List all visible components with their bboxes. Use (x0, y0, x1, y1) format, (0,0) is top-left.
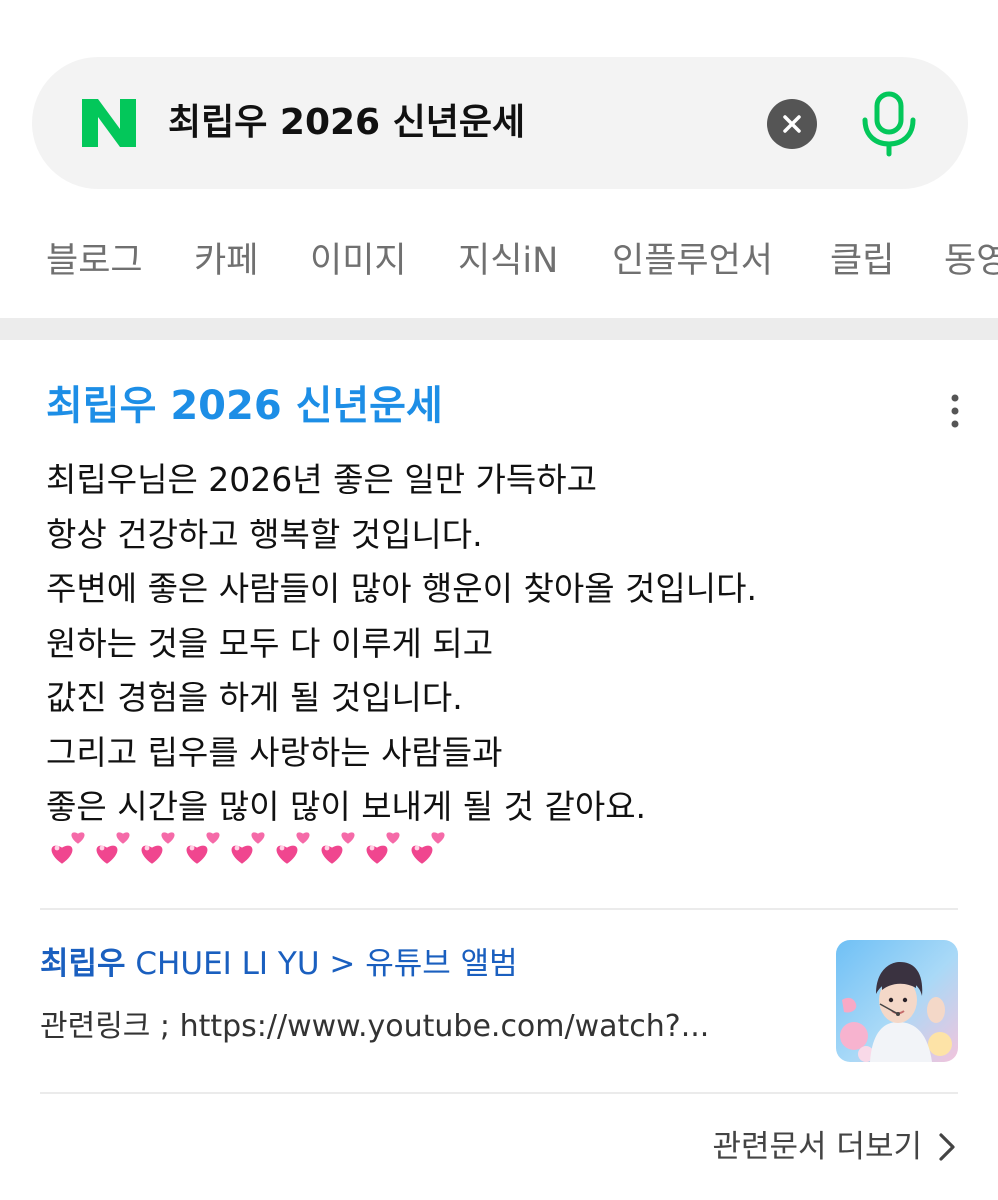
result-divider (40, 908, 958, 910)
two-hearts-icon (366, 832, 400, 864)
related-link-keyword: 최립우 (40, 946, 126, 982)
result-body: 최립우님은 2026년 좋은 일만 가득하고 항상 건강하고 행복할 것입니다.… (46, 453, 956, 835)
chevron-right-icon (939, 1133, 955, 1161)
tab-cafe[interactable]: 카페 (194, 238, 258, 284)
result-body-line: 주변에 좋은 사람들이 많아 행운이 찾아올 것입니다. (46, 569, 757, 608)
two-hearts-icon (96, 832, 130, 864)
result-body-line: 그리고 립우를 사랑하는 사람들과 (46, 732, 503, 772)
related-link-description: 관련링크 ; https://www.youtube.com/watch?... (40, 1009, 710, 1044)
related-link-title[interactable]: 최립우 CHUEI LI YU > 유튜브 앨범 (40, 942, 518, 986)
two-hearts-icon (321, 832, 355, 864)
two-hearts-icon (231, 832, 265, 864)
two-hearts-icon (51, 832, 85, 864)
tab-blog[interactable]: 블로그 (46, 238, 143, 284)
two-hearts-icon (141, 832, 175, 864)
tab-images[interactable]: 이미지 (310, 238, 407, 284)
tab-clip[interactable]: 클립 (830, 238, 894, 284)
result-body-line: 항상 건강하고 행복할 것입니다. (46, 514, 483, 554)
tab-influencer[interactable]: 인플루언서 (612, 238, 773, 284)
video-thumbnail[interactable] (836, 940, 958, 1062)
result-body-line: 원하는 것을 모두 다 이루게 되고 (46, 623, 494, 663)
clear-search-button[interactable] (767, 99, 817, 149)
result-body-line: 최립우님은 2026년 좋은 일만 가득하고 (46, 460, 597, 499)
link-divider (40, 1092, 958, 1094)
related-link-path: CHUEI LI YU > 유튜브 앨범 (125, 946, 518, 982)
tab-video[interactable]: 동영상 (944, 238, 998, 284)
close-icon (783, 115, 801, 133)
tab-knowledge-in[interactable]: 지식iN (458, 238, 558, 284)
hearts-row (46, 826, 446, 870)
naver-logo (82, 99, 136, 147)
search-input[interactable]: 최립우 2026 신년운세 (168, 100, 525, 146)
microphone-icon[interactable] (858, 88, 920, 158)
more-options-icon[interactable] (942, 392, 968, 430)
more-related-docs-label: 관련문서 더보기 (712, 1129, 923, 1165)
section-divider (0, 318, 998, 340)
two-hearts-icon (186, 832, 220, 864)
result-title-link[interactable]: 최립우 2026 신년운세 (46, 380, 443, 432)
result-body-line: 값진 경험을 하게 될 것입니다. (46, 678, 463, 717)
search-tabs: 블로그 카페 이미지 지식iN 인플루언서 클립 동영상 (0, 230, 998, 290)
more-related-docs-button[interactable]: 관련문서 더보기 (713, 1125, 959, 1169)
two-hearts-icon (411, 832, 445, 864)
two-hearts-icon (276, 832, 310, 864)
